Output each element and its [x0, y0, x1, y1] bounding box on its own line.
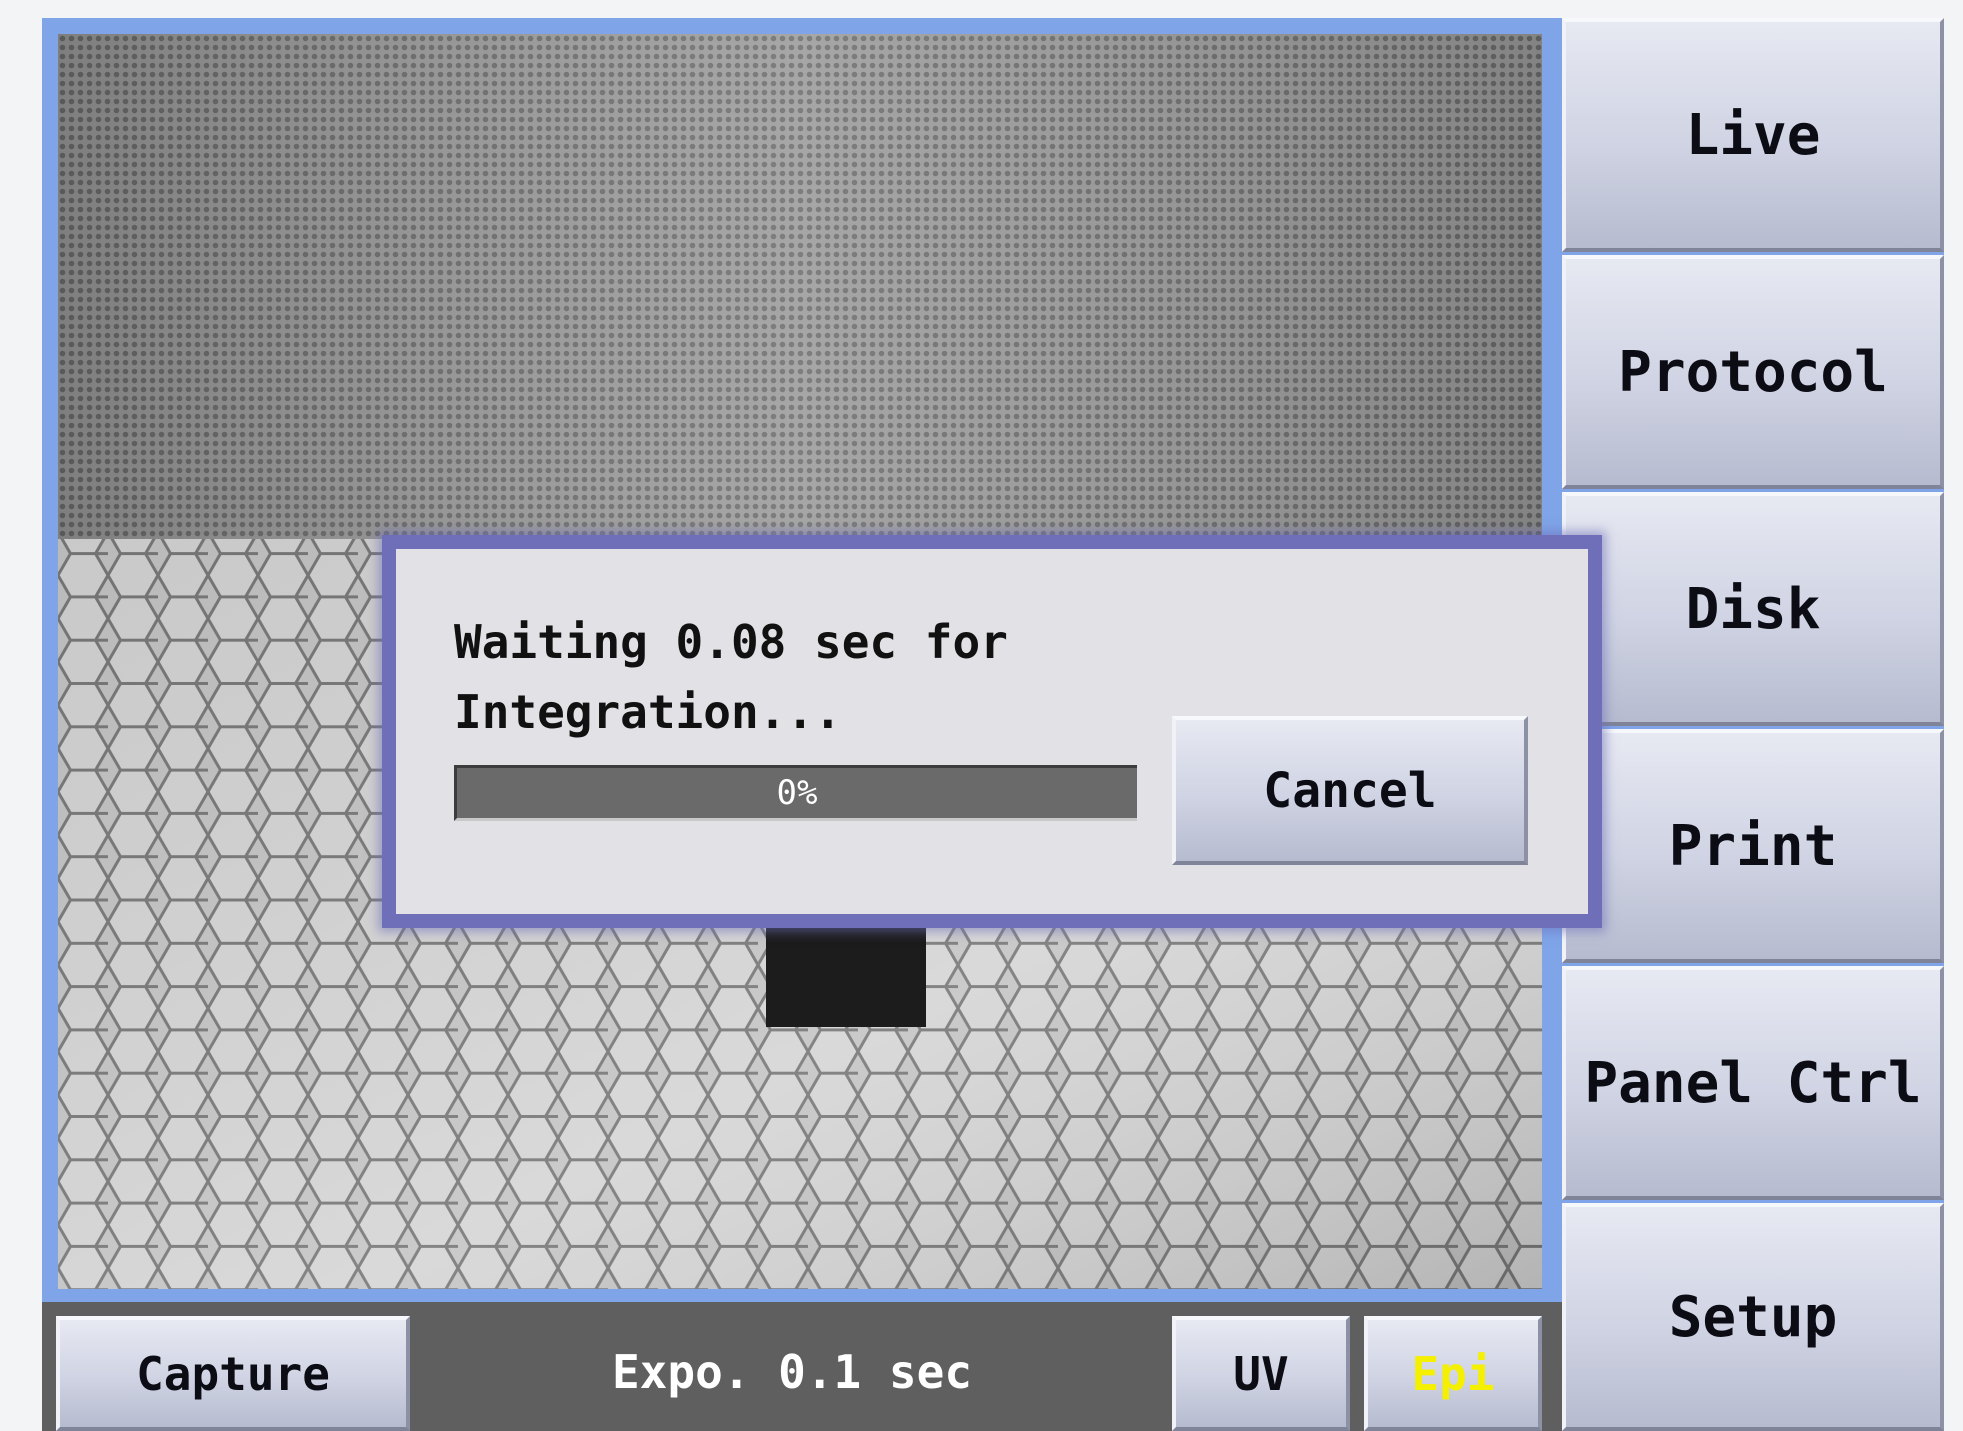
dark-block	[766, 919, 926, 1027]
cancel-button[interactable]: Cancel	[1172, 716, 1528, 865]
dialog-message-line-1: Waiting 0.08 sec for	[454, 615, 1008, 669]
progress-percent: 0%	[776, 773, 818, 813]
protocol-button[interactable]: Protocol	[1562, 255, 1944, 489]
uv-button[interactable]: UV	[1172, 1316, 1350, 1431]
dialog-message: Waiting 0.08 sec for Integration...	[454, 607, 1074, 747]
print-button[interactable]: Print	[1562, 729, 1944, 963]
exposure-readout: Expo. 0.1 sec	[611, 1345, 973, 1399]
disk-button[interactable]: Disk	[1562, 492, 1944, 726]
setup-button[interactable]: Setup	[1562, 1203, 1944, 1431]
bottom-toolbar: Capture Expo. 0.1 sec UV Epi	[42, 1298, 1562, 1431]
live-button[interactable]: Live	[1562, 18, 1944, 252]
panel-ctrl-button[interactable]: Panel Ctrl	[1562, 966, 1944, 1200]
side-menu: Live Protocol Disk Print Panel Ctrl Setu…	[1562, 18, 1944, 1431]
epi-button[interactable]: Epi	[1364, 1316, 1542, 1431]
capture-button[interactable]: Capture	[56, 1316, 410, 1431]
integration-dialog: Waiting 0.08 sec for Integration... 0% C…	[382, 535, 1602, 928]
progress-bar: 0%	[454, 765, 1137, 821]
dialog-message-line-2: Integration...	[454, 685, 842, 739]
